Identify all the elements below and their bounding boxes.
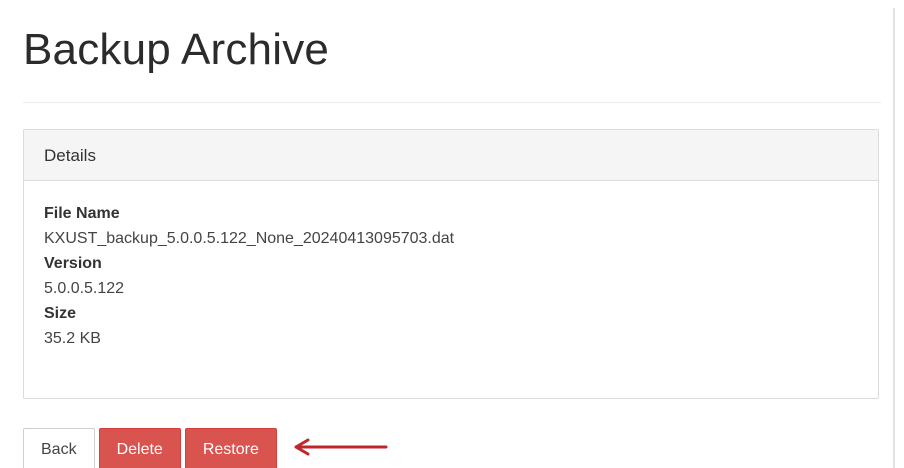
version-value: 5.0.0.5.122 — [44, 280, 125, 297]
restore-button[interactable]: Restore — [184, 428, 277, 468]
delete-button[interactable]: Delete — [98, 428, 181, 468]
left-arrow-icon — [294, 438, 388, 456]
action-bar: Back Delete Restore — [23, 428, 281, 468]
file-name-label: File Name — [44, 205, 120, 222]
size-value: 35.2 KB — [44, 330, 101, 347]
size-label: Size — [44, 305, 77, 322]
details-panel: Details File Name KXUST_backup_5.0.0.5.1… — [23, 129, 879, 399]
scroll-edge — [893, 8, 895, 468]
details-panel-body: File Name KXUST_backup_5.0.0.5.122_None_… — [24, 181, 878, 351]
back-button[interactable]: Back — [23, 428, 95, 468]
details-panel-heading: Details — [24, 130, 878, 181]
file-name-value: KXUST_backup_5.0.0.5.122_None_2024041309… — [44, 230, 455, 247]
title-divider — [23, 102, 881, 103]
version-label: Version — [44, 255, 102, 272]
page: Backup Archive Details File Name KXUST_b… — [0, 0, 904, 468]
page-title: Backup Archive — [23, 25, 330, 74]
